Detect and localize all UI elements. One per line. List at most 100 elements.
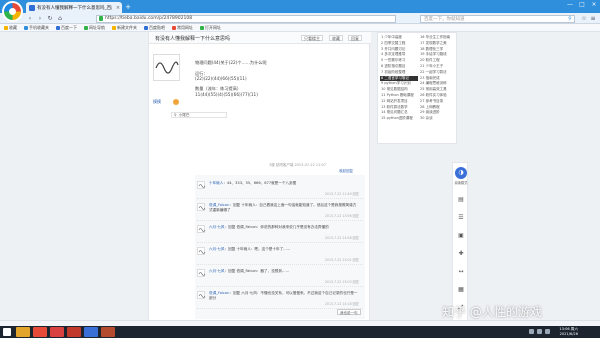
reply-item: 低调_Falcon：回复 十年碗人：自己看我这上面一句话就能知道了。然后这个是我… (197, 201, 363, 221)
reply-meta[interactable]: 2013-7-22 14:18 回复 (325, 301, 359, 306)
bookmark-label: 手机收藏夹 (29, 24, 49, 30)
taskbar-app-chat-icon[interactable] (84, 327, 98, 337)
start-button-icon[interactable] (3, 328, 11, 336)
reading-mode-label: 阅读模式 (454, 181, 468, 185)
network-icon[interactable] (529, 329, 534, 334)
search-input[interactable]: 百度一下，你就知道 (424, 16, 566, 22)
op-tail-bar: ⚲ 小尾巴 (171, 112, 227, 118)
chapter-column-left: 1 少年中高度 2 四季交替工程 3 开口问题讨论 4 多次定理推导 5 一些赛尔练习 6… (380, 35, 418, 122)
reply-avatar[interactable] (197, 203, 206, 211)
reply-username[interactable]: 六月·七风 (209, 269, 225, 273)
bookmark-label: 百度一下 (61, 24, 77, 30)
reply-avatar[interactable] (197, 247, 206, 255)
tab-title: 有没有人懂我解释一下什么意思吗_百度贴吧 (37, 5, 112, 11)
reply-avatar[interactable] (197, 291, 206, 299)
search-icon[interactable]: ⚲ (566, 16, 574, 22)
address-bar: ‹ › ↻ ⌂ https://tieba.baidu.com/p/247890… (0, 13, 600, 24)
reply-username[interactable]: 十年碗人 (209, 181, 223, 185)
taskbar-app-explorer-icon[interactable] (16, 327, 30, 337)
back-button[interactable]: ‹ (26, 15, 34, 22)
list-icon[interactable]: ▤ (456, 195, 466, 205)
favorite-star-icon[interactable]: ☆ (581, 15, 587, 22)
reply-username[interactable]: 六月·七风 (209, 225, 225, 229)
add-reply-button[interactable]: 我也说一句 (337, 309, 361, 315)
minimize-button[interactable]: — (564, 0, 576, 10)
chapter-item[interactable]: 15 python进阶课程 (380, 116, 418, 122)
reply-avatar[interactable] (197, 225, 206, 233)
taskbar-app-media-icon[interactable] (50, 327, 64, 337)
wave-avatar-icon (155, 61, 179, 74)
tile-icon[interactable]: ▣ (456, 231, 466, 241)
taskbar-app-player-icon[interactable] (101, 327, 115, 337)
reading-mode-icon[interactable]: ◑ (455, 167, 467, 179)
op-text-line: 11(44)(55)(4)(55)(66)(77)(11) (195, 91, 258, 97)
windows-taskbar: 13:06 周六 2021/6/26 (0, 326, 600, 338)
bookmark-icon (84, 25, 88, 30)
level-badge-icon (173, 99, 179, 105)
chapter-item[interactable]: 30 杂谈 (419, 116, 457, 122)
taskbar-clock[interactable]: 13:06 周六 2021/6/26 (559, 327, 578, 337)
bookmark-icon (144, 25, 148, 30)
bookmark-item[interactable]: 收藏 (4, 25, 17, 31)
reply-body: 回复 十年碗人：嗯。这个是十年了…… (228, 247, 291, 251)
reply-text: 六月·七风：回复 十年碗人：嗯。这个是十年了…… (209, 247, 359, 252)
collapse-replies-link[interactable]: 收起回复 (339, 169, 353, 174)
close-window-button[interactable]: × (588, 0, 600, 10)
reply-username[interactable]: 六月·七风 (209, 247, 225, 251)
only-op-button[interactable]: 只看楼主 (301, 35, 323, 41)
maximize-button[interactable]: □ (576, 0, 588, 10)
bookmark-item[interactable]: 手机收藏夹 (24, 25, 49, 31)
menu-icon[interactable]: ☰ (456, 213, 466, 223)
bookmark-item[interactable]: 百度一下 (56, 25, 77, 31)
thread-header: 有没有人懂我解释一下什么意思吗 只看楼主 收藏 回复 (149, 32, 371, 44)
op-username[interactable]: 摸摸 (153, 99, 161, 105)
url-text: https://tieba.baidu.com/p/2478902108 (105, 16, 193, 21)
tab-close-icon[interactable]: × (114, 5, 122, 11)
reply-item: 六月·七风：回复 低调_Falcon：器了，没想到…… 2013-7-22 15:… (197, 267, 363, 287)
new-tab-button[interactable]: + (124, 4, 132, 11)
reply-meta[interactable]: 2013-7-22 14:58 回复 (325, 235, 359, 240)
reply-avatar[interactable] (197, 181, 206, 189)
reply-item: 六月·七风：回复 低调_Falcon：你说的那种对我来说几乎是没有办法弄懂的 20… (197, 223, 363, 243)
bookmark-item[interactable]: 百度贴吧 (144, 25, 165, 31)
collect-button[interactable]: 收藏 (329, 35, 343, 41)
ime-icon[interactable] (545, 329, 550, 334)
volume-icon[interactable] (537, 329, 542, 334)
bookmark-icon (172, 25, 176, 30)
reply-button[interactable]: 回复 (348, 35, 362, 41)
address-right-tools: ☆ ≡ (581, 15, 596, 22)
clock-date: 2021/6/26 (559, 331, 578, 336)
op-post-meta: 3楼 贴吧客户端 2013-07-22 11:07 (269, 163, 326, 167)
menu-icon[interactable]: ≡ (590, 15, 596, 22)
reply-username[interactable]: 低调_Falcon (209, 203, 229, 207)
chapter-item[interactable]: 11 Python 基础课程 (380, 93, 418, 99)
refresh-button[interactable]: ↻ (46, 15, 54, 22)
reply-username[interactable]: 低调_Falcon (209, 291, 229, 295)
reply-meta[interactable]: 2013-7-22 15:01 回复 (325, 257, 359, 262)
bookmark-item[interactable]: 常用网址 (172, 25, 193, 31)
swap-icon[interactable]: ↔ (456, 267, 466, 277)
op-avatar[interactable] (153, 54, 180, 81)
tab-active[interactable]: 有没有人懂我解释一下什么意思吗_百度贴吧 × (26, 2, 122, 13)
taskbar-app-browser-icon[interactable] (33, 327, 47, 337)
thread-panel: 有没有人懂我解释一下什么意思吗 只看楼主 收藏 回复 摸摸 物理问题(44)关于… (148, 32, 371, 320)
reply-avatar[interactable] (197, 269, 206, 277)
reply-meta[interactable]: 2013-7-22 11:49 回复 (325, 191, 359, 196)
url-field[interactable]: https://tieba.baidu.com/p/2478902108 (96, 14, 396, 23)
bookmark-icon (200, 25, 204, 30)
home-button[interactable]: ⌂ (56, 15, 64, 22)
thread-title: 有没有人懂我解释一下什么意思吗 (155, 36, 231, 42)
reply-meta[interactable]: 2013-7-22 15:03 回复 (325, 279, 359, 284)
bookmark-item[interactable]: 打开网址 (200, 25, 221, 31)
bookmark-label: 收藏 (9, 24, 17, 30)
search-box[interactable]: 百度一下，你就知道 ⚲ (420, 14, 575, 23)
taskbar-app-office-icon[interactable] (67, 327, 81, 337)
reply-meta[interactable]: 2013-7-22 13:56 回复 (325, 213, 359, 218)
bookmark-item[interactable]: 新建文件夹 (112, 25, 137, 31)
browser-logo-icon[interactable] (2, 1, 23, 22)
bookmark-item[interactable]: 网址导航 (84, 25, 105, 31)
plus-icon[interactable]: ✚ (456, 249, 466, 259)
grid-icon[interactable]: ▦ (456, 285, 466, 295)
tieba-favicon-icon (29, 4, 35, 11)
forward-button[interactable]: › (36, 15, 44, 22)
